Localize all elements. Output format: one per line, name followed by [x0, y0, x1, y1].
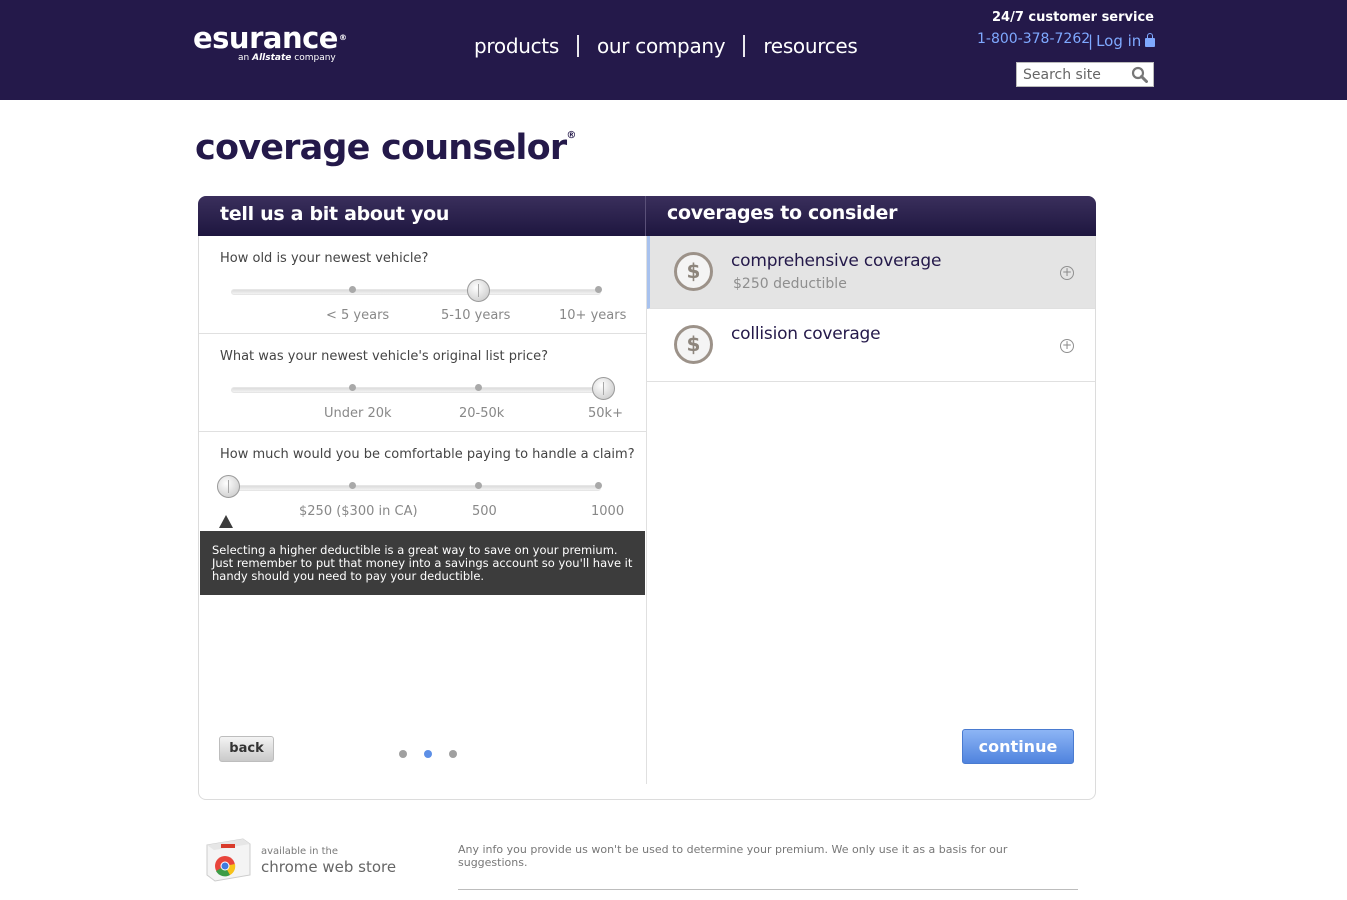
coverage-collision[interactable]: $ collision coverage + [647, 309, 1095, 382]
slider-track[interactable] [231, 289, 601, 295]
dollar-icon: $ [674, 252, 713, 291]
nav-divider [743, 35, 746, 57]
option-label[interactable]: Under 20k [324, 406, 392, 421]
main-nav: products our company resources [474, 34, 858, 58]
footer-divider [458, 889, 1078, 890]
deductible-tooltip: Selecting a higher deductible is a great… [200, 531, 645, 595]
logo-registered-mark: ® [338, 33, 347, 42]
question-vehicle-age: How old is your newest vehicle? < 5 year… [199, 236, 646, 334]
option-label[interactable]: 500 [472, 504, 497, 519]
coverage-title: collision coverage [731, 324, 881, 344]
question-text: What was your newest vehicle's original … [220, 349, 549, 364]
expand-plus-icon[interactable]: + [1060, 339, 1074, 353]
dollar-icon: $ [674, 325, 713, 364]
left-panel-heading: tell us a bit about you [220, 203, 450, 225]
slider-stop[interactable] [475, 482, 482, 489]
option-label[interactable]: 5-10 years [441, 308, 510, 323]
slider-stop[interactable] [349, 384, 356, 391]
option-label[interactable]: $250 ($300 in CA) [299, 504, 418, 519]
step-pager [399, 750, 474, 758]
slider-track[interactable] [231, 485, 601, 491]
option-label[interactable]: 50k+ [588, 406, 623, 421]
slider-handle[interactable] [467, 279, 490, 302]
login-label: Log in [1096, 32, 1142, 50]
slider-handle[interactable] [592, 377, 615, 400]
right-panel-heading: coverages to consider [667, 202, 898, 224]
option-label[interactable]: 10+ years [559, 308, 626, 323]
chrome-badge-large-text: chrome web store [261, 858, 397, 876]
pager-dot[interactable] [449, 750, 457, 758]
slider-track[interactable] [231, 387, 601, 393]
back-button[interactable]: back [219, 736, 274, 762]
logo-tagline: an Allstate company [238, 53, 336, 63]
question-deductible: How much would you be comfortable paying… [199, 432, 646, 530]
phone-link[interactable]: 1-800-378-7262 [977, 31, 1090, 47]
customer-service-label: 24/7 customer service [992, 10, 1154, 25]
pager-dot-active[interactable] [424, 750, 432, 758]
nav-our-company[interactable]: our company [597, 34, 726, 58]
question-text: How much would you be comfortable paying… [220, 447, 635, 462]
tooltip-pointer [219, 515, 233, 528]
chrome-badge-small-text: available in the [261, 846, 339, 857]
coverage-title: comprehensive coverage [731, 251, 942, 271]
panel-header: tell us a bit about you coverages to con… [198, 196, 1096, 236]
slider-stop[interactable] [595, 286, 602, 293]
search-box [1016, 62, 1154, 87]
slider-stop[interactable] [475, 384, 482, 391]
counselor-panel: tell us a bit about you coverages to con… [198, 196, 1096, 800]
nav-products[interactable]: products [474, 34, 559, 58]
slider-stop[interactable] [349, 286, 356, 293]
pager-dot[interactable] [399, 750, 407, 758]
slider-stop[interactable] [349, 482, 356, 489]
esurance-logo[interactable]: esurance® an Allstate company [193, 21, 347, 63]
chrome-web-store-badge[interactable]: available in the chrome web store [203, 835, 403, 890]
question-list-price: What was your newest vehicle's original … [199, 334, 646, 432]
continue-button[interactable]: continue [962, 729, 1074, 764]
site-header: esurance® an Allstate company products o… [0, 0, 1347, 100]
privacy-disclaimer: Any info you provide us won't be used to… [458, 843, 1008, 869]
page-title: coverage counselor® [195, 128, 576, 168]
login-link[interactable]: | Log in [1088, 32, 1156, 50]
option-label[interactable]: < 5 years [326, 308, 389, 323]
login-separator: | [1088, 32, 1094, 50]
chrome-store-icon [206, 838, 251, 882]
slider-handle[interactable] [217, 475, 240, 498]
title-registered-mark: ® [566, 130, 576, 142]
expand-plus-icon[interactable]: + [1060, 266, 1074, 280]
lock-icon [1145, 33, 1156, 47]
logo-wordmark: esurance [193, 21, 338, 55]
option-label[interactable]: 20-50k [459, 406, 504, 421]
search-input[interactable] [1017, 63, 1127, 86]
header-divider [645, 196, 646, 236]
search-icon[interactable] [1131, 66, 1148, 83]
coverage-comprehensive[interactable]: $ comprehensive coverage $250 deductible… [647, 236, 1095, 309]
slider-stop[interactable] [595, 482, 602, 489]
nav-resources[interactable]: resources [763, 34, 858, 58]
coverage-detail: $250 deductible [733, 276, 847, 292]
question-text: How old is your newest vehicle? [220, 251, 429, 266]
option-label[interactable]: 1000 [591, 504, 624, 519]
nav-divider [576, 35, 579, 57]
